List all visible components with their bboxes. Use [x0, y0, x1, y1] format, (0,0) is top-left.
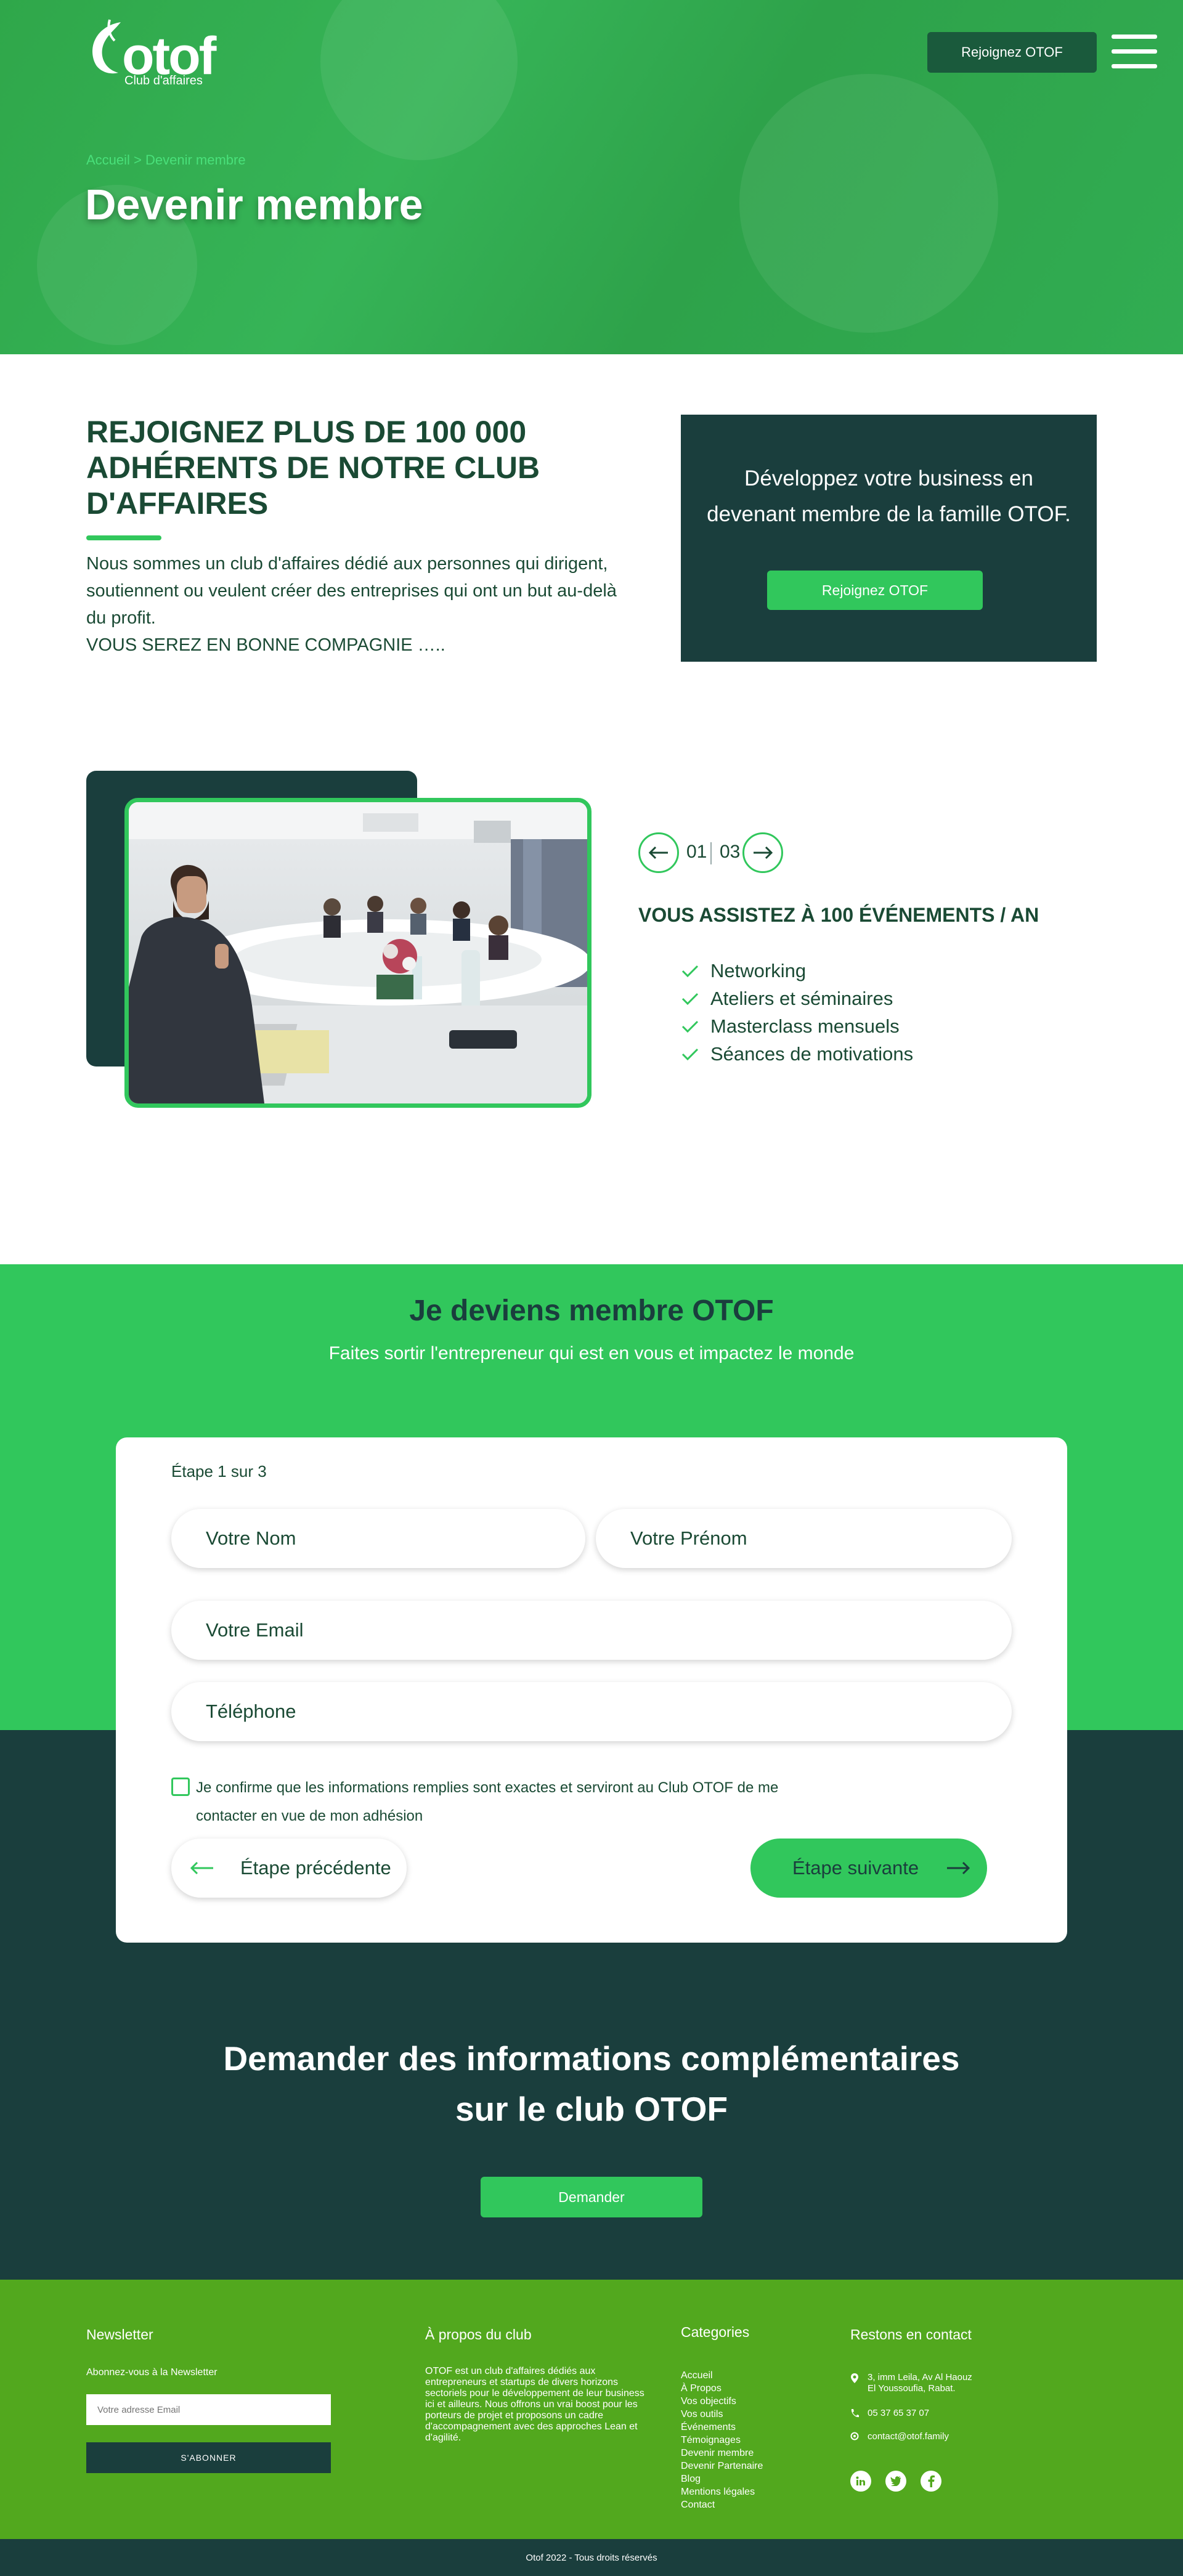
consent-checkbox[interactable]: [171, 1778, 190, 1796]
hero-background-shape: [320, 0, 518, 160]
previous-step-label: Étape précédente: [240, 1857, 391, 1879]
events-heading: VOUS ASSISTEZ À 100 ÉVÉNEMENTS / AN: [638, 904, 1039, 926]
next-slide-button[interactable]: [742, 832, 783, 873]
slide-counter-total: 03: [720, 842, 741, 862]
category-link[interactable]: Contact: [681, 2498, 763, 2511]
checkmark-icon: [681, 965, 699, 978]
feature-item: Séances de motivations: [681, 1043, 913, 1065]
event-photo: [124, 798, 592, 1108]
checkmark-icon: [681, 993, 699, 1006]
info-heading: Demander des informations complémentaire…: [0, 2033, 1183, 2134]
categories-heading: Categories: [681, 2324, 750, 2340]
arrow-right-icon: [947, 1861, 970, 1875]
email-address: contact@otof.family: [868, 2431, 949, 2442]
contact-email[interactable]: contact@otof.family: [850, 2431, 949, 2442]
otof-logo[interactable]: otof Club d'affaires: [85, 15, 221, 90]
phone-number: 05 37 65 37 07: [868, 2408, 930, 2418]
arrow-left-icon: [190, 1861, 213, 1875]
category-link[interactable]: Témoignages: [681, 2434, 763, 2447]
copyright-bar: Otof 2022 - Tous droits réservés: [0, 2539, 1183, 2576]
category-link[interactable]: Devenir Partenaire: [681, 2460, 763, 2472]
membership-cta-box: Développez votre business en devenant me…: [681, 415, 1097, 662]
contact-phone[interactable]: 05 37 65 37 07: [850, 2408, 929, 2419]
page-title: Devenir membre: [85, 181, 423, 229]
cta-join-button[interactable]: Rejoignez OTOF: [767, 571, 983, 610]
newsletter-email-input[interactable]: [86, 2394, 331, 2425]
intro-description: Nous sommes un club d'affaires dédié aux…: [86, 550, 641, 659]
step-indicator: Étape 1 sur 3: [171, 1462, 267, 1481]
slide-counter-current: 01: [686, 842, 707, 862]
heading-underline: [86, 535, 161, 540]
category-link[interactable]: Accueil: [681, 2369, 763, 2382]
hero-background-shape: [739, 74, 998, 333]
copyright-text: Otof 2022 - Tous droits réservés: [526, 2552, 657, 2563]
intro-paragraph: Nous sommes un club d'affaires dédié aux…: [86, 554, 617, 628]
contact-heading: Restons en contact: [850, 2326, 972, 2342]
about-heading: À propos du club: [425, 2326, 532, 2342]
linkedin-icon[interactable]: [850, 2471, 871, 2492]
feature-label: Networking: [710, 960, 807, 981]
counter-divider: [710, 842, 712, 864]
email-field[interactable]: [171, 1601, 1012, 1660]
first-name-field[interactable]: [596, 1509, 1012, 1568]
form-heading: Je deviens membre OTOF: [409, 1294, 774, 1327]
previous-step-button[interactable]: Étape précédente: [171, 1839, 407, 1898]
category-link[interactable]: Blog: [681, 2472, 763, 2485]
intro-tagline: VOUS SEREZ EN BONNE COMPAGNIE …..: [86, 635, 445, 655]
last-name-field[interactable]: [171, 1509, 585, 1568]
feature-item: Masterclass mensuels: [681, 1015, 900, 1038]
logo-subtitle: Club d'affaires: [124, 74, 203, 87]
request-info-button[interactable]: Demander: [481, 2177, 702, 2217]
next-step-label: Étape suivante: [792, 1857, 919, 1879]
twitter-icon[interactable]: [885, 2471, 906, 2492]
category-link[interactable]: Vos objectifs: [681, 2395, 763, 2408]
conference-room-illustration: [129, 802, 587, 1103]
info-heading-line: Demander des informations complémentaire…: [223, 2039, 960, 2078]
category-link[interactable]: Devenir membre: [681, 2447, 763, 2460]
about-text: OTOF est un club d'affaires dédiés aux e…: [425, 2366, 644, 2443]
category-link[interactable]: Vos outils: [681, 2408, 763, 2421]
feature-label: Masterclass mensuels: [710, 1015, 900, 1037]
breadcrumb[interactable]: Accueil > Devenir membre: [86, 152, 246, 168]
feature-item: Ateliers et séminaires: [681, 988, 893, 1010]
hamburger-menu-icon[interactable]: [1112, 35, 1157, 69]
category-link[interactable]: À Propos: [681, 2382, 763, 2395]
phone-icon: [851, 2409, 859, 2418]
footer: Newsletter Abonnez-vous à la Newsletter …: [0, 2280, 1183, 2539]
info-heading-line: sur le club OTOF: [455, 2090, 728, 2128]
join-otof-button[interactable]: Rejoignez OTOF: [927, 32, 1097, 73]
intro-heading: REJOIGNEZ PLUS DE 100 000 ADHÉRENTS DE N…: [86, 415, 540, 521]
arrow-left-icon: [648, 846, 668, 859]
feature-label: Séances de motivations: [710, 1043, 914, 1065]
newsletter-heading: Newsletter: [86, 2326, 153, 2342]
feature-item: Networking: [681, 960, 806, 982]
arrow-right-icon: [754, 846, 773, 859]
consent-label: Je confirme que les informations remplie…: [196, 1779, 779, 1824]
categories-list: Accueil À Propos Vos objectifs Vos outil…: [681, 2369, 763, 2511]
membership-form-card: Étape 1 sur 3 Je confirme que les inform…: [116, 1437, 1067, 1943]
next-step-button[interactable]: Étape suivante: [750, 1839, 987, 1898]
hero-banner: otof Club d'affaires Rejoignez OTOF Accu…: [0, 0, 1183, 354]
cta-text: Développez votre business en devenant me…: [707, 466, 1071, 526]
phone-field[interactable]: [171, 1682, 1012, 1741]
address-line: 3, imm Leila, Av Al Haouz: [868, 2372, 972, 2383]
at-sign-icon: [850, 2432, 859, 2440]
checkmark-icon: [681, 1020, 699, 1033]
newsletter-label: Abonnez-vous à la Newsletter: [86, 2367, 217, 2378]
location-pin-icon: [851, 2373, 858, 2383]
checkmark-icon: [681, 1048, 699, 1061]
facebook-icon[interactable]: [921, 2471, 941, 2492]
subscribe-button[interactable]: S'ABONNER: [86, 2442, 331, 2473]
contact-address: 3, imm Leila, Av Al Haouz El Youssoufia,…: [850, 2372, 972, 2394]
category-link[interactable]: Événements: [681, 2421, 763, 2434]
feature-label: Ateliers et séminaires: [710, 988, 893, 1009]
address-line: El Youssoufia, Rabat.: [868, 2383, 956, 2394]
previous-slide-button[interactable]: [638, 832, 679, 873]
category-link[interactable]: Mentions légales: [681, 2485, 763, 2498]
form-subheading: Faites sortir l'entrepreneur qui est en …: [328, 1343, 855, 1363]
